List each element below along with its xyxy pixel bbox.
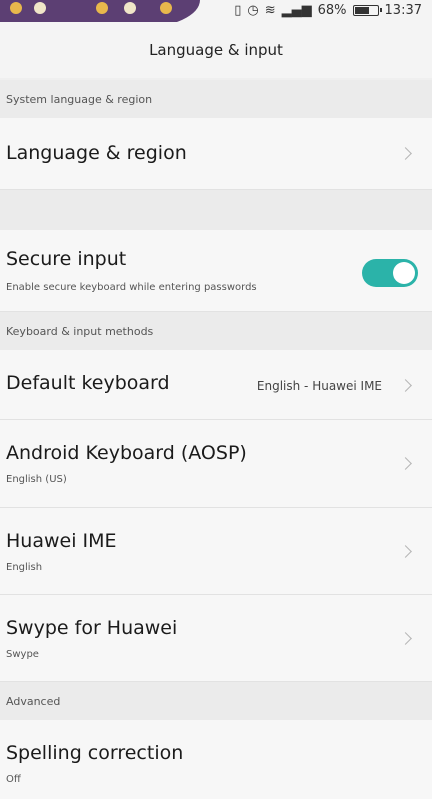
- spelling-correction-row[interactable]: Spelling correction Off: [0, 720, 432, 799]
- chevron-right-icon: [399, 632, 412, 645]
- row-title: Spelling correction: [6, 742, 184, 764]
- section-header-system: System language & region: [0, 80, 432, 118]
- vibrate-icon: ▯: [234, 2, 242, 18]
- huawei-ime-row[interactable]: Huawei IME English: [0, 508, 432, 595]
- swype-row[interactable]: Swype for Huawei Swype: [0, 595, 432, 682]
- alarm-icon: ◷: [247, 2, 259, 18]
- secure-input-toggle[interactable]: [362, 259, 418, 287]
- row-subtitle: English: [6, 562, 43, 573]
- row-value: English - Huawei IME: [256, 379, 382, 393]
- toggle-knob: [393, 262, 415, 284]
- status-bar: ▯ ◷ ≋ ▂▄▆ 68% 13:37: [0, 0, 432, 28]
- row-title: Swype for Huawei: [6, 617, 178, 639]
- section-header-advanced: Advanced: [0, 682, 432, 720]
- page-title: Language & input: [0, 22, 432, 78]
- row-subtitle: Off: [6, 774, 21, 785]
- divider-gap: [0, 190, 432, 230]
- row-title: Default keyboard: [6, 372, 170, 394]
- chevron-right-icon: [399, 147, 412, 160]
- row-subtitle: Swype: [6, 649, 39, 660]
- signal-icon: ▂▄▆: [281, 2, 312, 18]
- row-title: Secure input: [6, 248, 127, 270]
- clock: 13:37: [384, 2, 422, 18]
- battery-fill: [354, 6, 369, 14]
- battery-icon: [352, 4, 382, 16]
- chevron-right-icon: [399, 379, 412, 392]
- wifi-icon: ≋: [264, 2, 276, 18]
- status-icons: ▯ ◷ ≋ ▂▄▆ 68% 13:37: [234, 0, 422, 20]
- secure-input-row[interactable]: Secure input Enable secure keyboard whil…: [0, 230, 432, 312]
- android-keyboard-row[interactable]: Android Keyboard (AOSP) English (US): [0, 420, 432, 508]
- row-title: Language & region: [6, 142, 187, 164]
- battery-percent: 68%: [317, 2, 347, 18]
- chevron-right-icon: [399, 545, 412, 558]
- row-subtitle: English (US): [6, 474, 67, 485]
- chevron-right-icon: [399, 457, 412, 470]
- section-header-keyboard: Keyboard & input methods: [0, 312, 432, 350]
- row-subtitle: Enable secure keyboard while entering pa…: [6, 282, 257, 293]
- default-keyboard-row[interactable]: Default keyboard English - Huawei IME: [0, 350, 432, 420]
- row-title: Huawei IME: [6, 530, 117, 552]
- language-region-row[interactable]: Language & region: [0, 118, 432, 190]
- row-title: Android Keyboard (AOSP): [6, 442, 247, 464]
